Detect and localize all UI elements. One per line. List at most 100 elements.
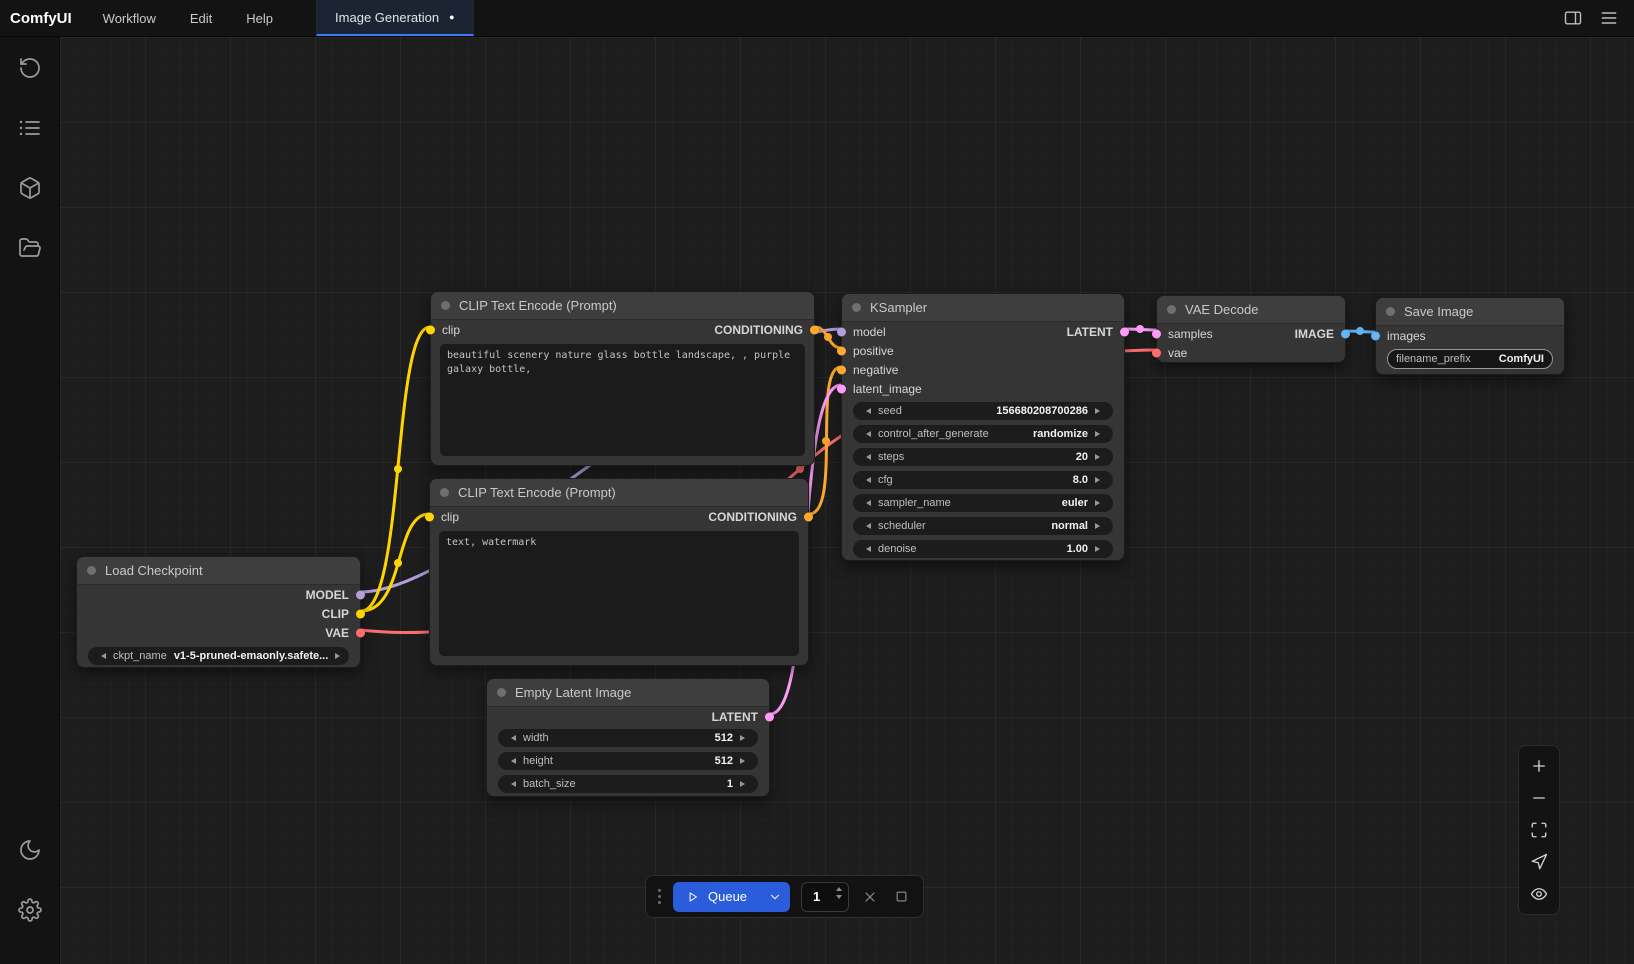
batch-count-stepper[interactable]: 1 xyxy=(801,882,849,912)
next-value-icon[interactable] xyxy=(1095,431,1105,437)
link-samples[interactable] xyxy=(1125,329,1156,330)
node-clip-text-encode-positive[interactable]: CLIP Text Encode (Prompt) clip CONDITION… xyxy=(430,291,815,466)
widget-cfg[interactable]: cfg 8.0 xyxy=(853,471,1113,489)
menu-icon[interactable] xyxy=(1598,7,1620,29)
node-titlebar[interactable]: CLIP Text Encode (Prompt) xyxy=(431,292,814,320)
collapse-dot-icon[interactable] xyxy=(440,488,449,497)
output-slot-model[interactable] xyxy=(356,590,365,599)
widget-steps[interactable]: steps 20 xyxy=(853,448,1113,466)
clear-queue-icon[interactable] xyxy=(860,887,880,907)
node-empty-latent-image[interactable]: Empty Latent Image LATENT width 512 heig… xyxy=(486,678,770,797)
input-slot-model[interactable] xyxy=(837,327,846,336)
increment-icon[interactable] xyxy=(1095,408,1105,414)
link-midpoint-dot[interactable] xyxy=(394,559,402,567)
collapse-dot-icon[interactable] xyxy=(87,566,96,575)
theme-moon-icon[interactable] xyxy=(16,836,44,864)
input-slot-negative[interactable] xyxy=(837,365,846,374)
decrement-icon[interactable] xyxy=(861,477,871,483)
widget-batch-size[interactable]: batch_size 1 xyxy=(498,775,758,793)
toggle-visibility-eye-icon[interactable] xyxy=(1529,884,1549,904)
menu-edit[interactable]: Edit xyxy=(173,11,229,26)
select-mode-icon[interactable] xyxy=(1529,852,1549,872)
collapse-dot-icon[interactable] xyxy=(1386,307,1395,316)
output-slot-latent[interactable] xyxy=(765,712,774,721)
collapse-dot-icon[interactable] xyxy=(441,301,450,310)
increment-icon[interactable] xyxy=(1095,546,1105,552)
widget-ckpt-name[interactable]: ckpt_name v1-5-pruned-emaonly.safete... xyxy=(88,647,349,665)
link-midpoint-dot[interactable] xyxy=(796,465,804,473)
output-slot-vae[interactable] xyxy=(356,628,365,637)
output-slot-image[interactable] xyxy=(1341,329,1350,338)
link-image[interactable] xyxy=(1346,331,1375,332)
node-ksampler[interactable]: KSampler model LATENT positive negative … xyxy=(841,293,1125,561)
link-midpoint-dot[interactable] xyxy=(394,465,402,473)
node-vae-decode[interactable]: VAE Decode samples IMAGE vae xyxy=(1156,295,1346,363)
increment-icon[interactable] xyxy=(740,735,750,741)
queue-options-button[interactable] xyxy=(760,882,790,912)
model-library-icon[interactable] xyxy=(16,174,44,202)
input-slot-images[interactable] xyxy=(1371,331,1380,340)
prompt-textarea[interactable]: text, watermark xyxy=(439,531,799,656)
widget-sampler-name[interactable]: sampler_name euler xyxy=(853,494,1113,512)
prev-value-icon[interactable] xyxy=(861,523,871,529)
increment-icon[interactable] xyxy=(1095,454,1105,460)
next-value-icon[interactable] xyxy=(1095,523,1105,529)
node-titlebar[interactable]: VAE Decode xyxy=(1157,296,1345,324)
widget-height[interactable]: height 512 xyxy=(498,752,758,770)
menu-workflow[interactable]: Workflow xyxy=(86,11,173,26)
widget-width[interactable]: width 512 xyxy=(498,729,758,747)
node-save-image[interactable]: Save Image images filename_prefix ComfyU… xyxy=(1375,297,1565,375)
prev-value-icon[interactable] xyxy=(861,431,871,437)
link-midpoint-dot[interactable] xyxy=(822,437,830,445)
output-slot-conditioning[interactable] xyxy=(810,325,819,334)
widget-control-after-generate[interactable]: control_after_generate randomize xyxy=(853,425,1113,443)
decrement-icon[interactable] xyxy=(506,735,516,741)
zoom-in-icon[interactable] xyxy=(1529,756,1549,776)
node-graph-canvas[interactable]: Load Checkpoint MODEL CLIP VAE ckpt_name… xyxy=(60,37,1634,964)
prompt-textarea[interactable]: beautiful scenery nature glass bottle la… xyxy=(440,344,805,456)
input-slot-vae[interactable] xyxy=(1152,348,1161,357)
link-clip-negative[interactable] xyxy=(361,514,429,611)
fit-view-icon[interactable] xyxy=(1529,820,1549,840)
menu-help[interactable]: Help xyxy=(229,11,290,26)
prev-value-icon[interactable] xyxy=(861,500,871,506)
link-midpoint-dot[interactable] xyxy=(1356,327,1364,335)
input-slot-samples[interactable] xyxy=(1152,329,1161,338)
input-slot-latent-image[interactable] xyxy=(837,384,846,393)
input-slot-clip[interactable] xyxy=(425,512,434,521)
decrement-batch-icon[interactable] xyxy=(836,895,842,899)
collapse-dot-icon[interactable] xyxy=(1167,305,1176,314)
stop-icon[interactable] xyxy=(891,887,911,907)
link-midpoint-dot[interactable] xyxy=(1136,325,1144,333)
input-slot-clip[interactable] xyxy=(426,325,435,334)
next-value-icon[interactable] xyxy=(1095,500,1105,506)
queue-run-button[interactable]: Queue xyxy=(673,882,760,912)
decrement-icon[interactable] xyxy=(861,546,871,552)
link-clip-positive[interactable] xyxy=(361,327,430,611)
widget-scheduler[interactable]: scheduler normal xyxy=(853,517,1113,535)
node-titlebar[interactable]: Empty Latent Image xyxy=(487,679,769,707)
drag-handle-icon[interactable] xyxy=(658,889,662,904)
widget-seed[interactable]: seed 156680208700286 xyxy=(853,402,1113,420)
output-slot-clip[interactable] xyxy=(356,609,365,618)
decrement-icon[interactable] xyxy=(861,408,871,414)
increment-batch-icon[interactable] xyxy=(836,887,842,891)
zoom-out-icon[interactable] xyxy=(1529,788,1549,808)
workflows-folder-icon[interactable] xyxy=(16,234,44,262)
panel-right-icon[interactable] xyxy=(1562,7,1584,29)
queue-list-icon[interactable] xyxy=(16,114,44,142)
output-slot-latent[interactable] xyxy=(1120,327,1129,336)
decrement-icon[interactable] xyxy=(861,454,871,460)
widget-filename-prefix[interactable]: filename_prefix ComfyUI xyxy=(1387,349,1553,369)
collapse-dot-icon[interactable] xyxy=(852,303,861,312)
output-slot-conditioning[interactable] xyxy=(804,512,813,521)
settings-gear-icon[interactable] xyxy=(16,896,44,924)
input-slot-positive[interactable] xyxy=(837,346,846,355)
history-icon[interactable] xyxy=(16,54,44,82)
increment-icon[interactable] xyxy=(740,758,750,764)
widget-denoise[interactable]: denoise 1.00 xyxy=(853,540,1113,558)
link-midpoint-dot[interactable] xyxy=(824,333,832,341)
workflow-tab[interactable]: Image Generation ● xyxy=(316,0,474,36)
increment-icon[interactable] xyxy=(740,781,750,787)
collapse-dot-icon[interactable] xyxy=(497,688,506,697)
